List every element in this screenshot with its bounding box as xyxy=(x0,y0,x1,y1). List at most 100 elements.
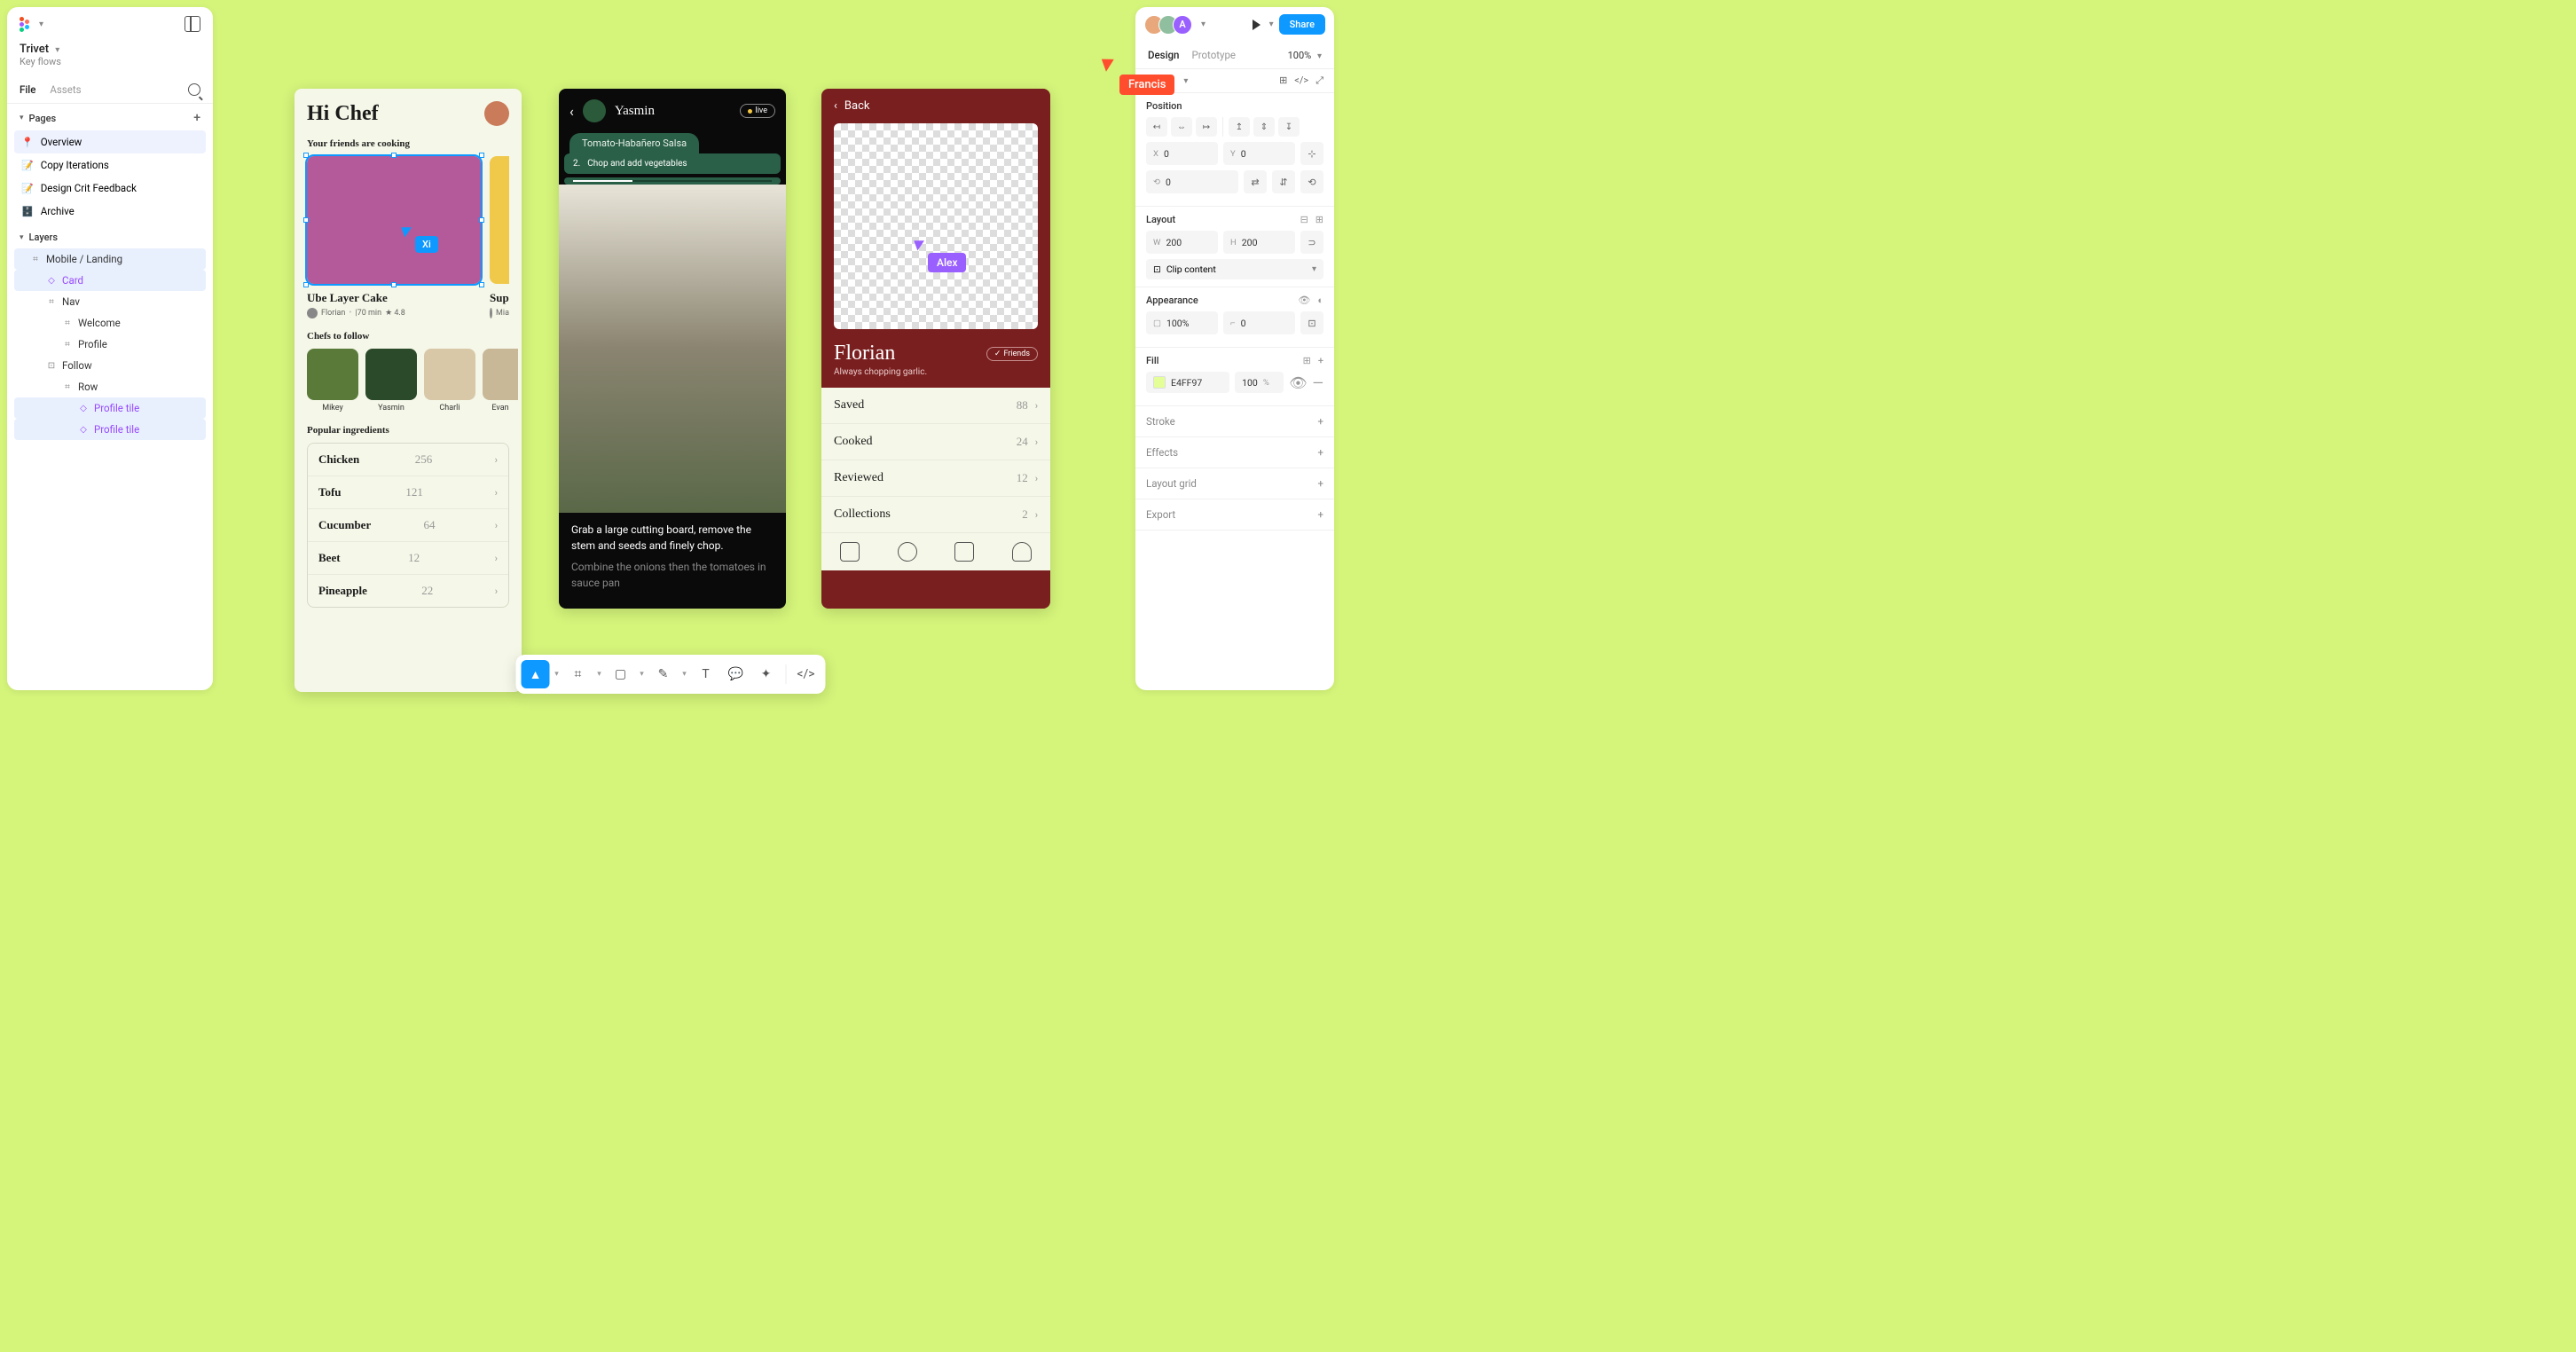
layer-item[interactable]: Profile tile xyxy=(14,397,206,419)
food-card[interactable]: Super Mia xyxy=(490,156,509,318)
scale-icon[interactable]: ⤢ xyxy=(1315,75,1323,87)
layer-item[interactable]: Follow xyxy=(14,355,206,376)
selection-handle[interactable] xyxy=(303,282,309,287)
text-tool-icon[interactable]: T xyxy=(692,660,720,688)
collaborator-avatars[interactable]: A xyxy=(1144,15,1192,35)
tab-assets[interactable]: Assets xyxy=(50,83,81,96)
layout-collapse-icon[interactable]: ⊟ xyxy=(1300,214,1308,225)
page-item-archive[interactable]: 🗄️Archive xyxy=(14,200,206,223)
file-title-block[interactable]: Trivet ▾ Key flows xyxy=(7,41,213,76)
x-input[interactable]: X0 xyxy=(1146,142,1218,165)
artboard-profile[interactable]: ‹ Back Alex Florian ✓Friends Always chop… xyxy=(821,89,1050,609)
profile-back[interactable]: ‹ Back xyxy=(821,89,1050,123)
layer-item[interactable]: Welcome xyxy=(14,312,206,334)
shape-tool-icon[interactable]: ▢ xyxy=(607,660,635,688)
chevron-down-icon[interactable]: ▾ xyxy=(594,660,605,688)
clip-content-select[interactable]: ⊡ Clip content ▾ xyxy=(1146,259,1323,279)
selection-handle[interactable] xyxy=(303,217,309,223)
main-menu[interactable]: ▾ xyxy=(20,16,43,32)
layer-item[interactable]: Nav xyxy=(14,291,206,312)
frame-tool-icon[interactable]: ⌗ xyxy=(564,660,593,688)
dev-mode-icon[interactable]: </> xyxy=(792,660,821,688)
rotation-input[interactable]: ⟲0 xyxy=(1146,170,1238,193)
share-button[interactable]: Share xyxy=(1279,14,1325,35)
search-icon[interactable] xyxy=(188,83,200,96)
align-left-icon[interactable]: ↤ xyxy=(1146,117,1167,137)
tab-prototype[interactable]: Prototype xyxy=(1191,49,1236,61)
align-bottom-icon[interactable]: ↧ xyxy=(1278,117,1300,137)
remove-fill-icon[interactable]: — xyxy=(1313,374,1324,391)
chevron-down-icon[interactable]: ▾ xyxy=(679,660,690,688)
color-swatch[interactable] xyxy=(1153,376,1166,389)
search-icon[interactable] xyxy=(898,542,917,562)
height-input[interactable]: H200 xyxy=(1223,231,1295,254)
fill-visibility-icon[interactable]: 👁 xyxy=(1289,374,1307,391)
effects-section[interactable]: Effects+ xyxy=(1135,437,1334,468)
align-h-center-icon[interactable]: ⇔ xyxy=(1171,117,1192,137)
layer-item[interactable]: Mobile / Landing xyxy=(14,248,206,270)
fill-color-input[interactable]: E4FF97 xyxy=(1146,372,1229,393)
selection-handle[interactable] xyxy=(479,153,484,158)
video-icon[interactable] xyxy=(954,542,974,562)
profile-image-placeholder[interactable]: Alex xyxy=(834,123,1038,329)
flip-h-icon[interactable]: ⇄ xyxy=(1244,170,1267,193)
layers-section-header[interactable]: ▾ Layers xyxy=(7,224,213,247)
individual-corners-icon[interactable]: ⊡ xyxy=(1300,311,1323,334)
ingredient-row[interactable]: Pineapple22› xyxy=(308,575,508,607)
styles-icon[interactable]: ⊞ xyxy=(1303,355,1311,366)
corner-radius-input[interactable]: ⌐0 xyxy=(1223,311,1295,334)
tab-design[interactable]: Design xyxy=(1148,49,1179,61)
actions-tool-icon[interactable]: ✦ xyxy=(752,660,781,688)
align-top-icon[interactable]: ↥ xyxy=(1229,117,1250,137)
align-v-center-icon[interactable]: ⇕ xyxy=(1253,117,1275,137)
absolute-position-icon[interactable]: ⊹ xyxy=(1300,142,1323,165)
auto-layout-add-icon[interactable]: ⊞ xyxy=(1315,214,1323,225)
stat-row[interactable]: Saved88› xyxy=(821,388,1050,424)
stat-row[interactable]: Reviewed12› xyxy=(821,460,1050,497)
selection-handle[interactable] xyxy=(479,217,484,223)
stat-row[interactable]: Collections2› xyxy=(821,497,1050,533)
flip-v-icon[interactable]: ⇵ xyxy=(1272,170,1295,193)
export-section[interactable]: Export+ xyxy=(1135,499,1334,531)
comment-tool-icon[interactable]: 💬 xyxy=(722,660,750,688)
play-icon[interactable] xyxy=(1253,20,1261,30)
dev-mode-icon[interactable]: </> xyxy=(1294,75,1308,87)
chef-tile[interactable]: Evan xyxy=(483,349,518,413)
selection-handle[interactable] xyxy=(391,153,397,158)
layer-item[interactable]: Profile tile xyxy=(14,419,206,440)
page-item-copy-iterations[interactable]: 📝Copy Iterations xyxy=(14,153,206,177)
ingredient-row[interactable]: Beet12› xyxy=(308,542,508,575)
layer-item[interactable]: Row xyxy=(14,376,206,397)
stroke-section[interactable]: Stroke+ xyxy=(1135,406,1334,437)
layer-item[interactable]: Card xyxy=(14,270,206,291)
chef-tile[interactable]: Charli xyxy=(424,349,475,413)
stat-row[interactable]: Cooked24› xyxy=(821,424,1050,460)
tab-file[interactable]: File xyxy=(20,83,35,96)
pen-tool-icon[interactable]: ✎ xyxy=(649,660,678,688)
auto-layout-icon[interactable]: ⊞ xyxy=(1279,75,1287,87)
constrain-proportions-icon[interactable]: ⊃ xyxy=(1300,231,1323,254)
back-icon[interactable]: ‹ xyxy=(569,103,574,120)
selection-handle[interactable] xyxy=(391,282,397,287)
chef-icon[interactable] xyxy=(1012,542,1032,562)
add-icon[interactable]: + xyxy=(1317,415,1323,428)
add-icon[interactable]: + xyxy=(1317,477,1323,490)
blend-icon[interactable]: ◐ xyxy=(1317,295,1323,306)
chef-tile[interactable]: Yasmin xyxy=(365,349,417,413)
collaborator-avatar[interactable]: A xyxy=(1173,15,1192,35)
pages-section-header[interactable]: ▾ Pages + xyxy=(7,104,213,129)
selection-handle[interactable] xyxy=(479,282,484,287)
chevron-down-icon[interactable]: ▾ xyxy=(637,660,648,688)
layer-item[interactable]: Profile xyxy=(14,334,206,355)
artboard-cooking[interactable]: ‹ Yasmin live Tomato-Habañero Salsa 2. C… xyxy=(559,89,786,609)
add-fill-icon[interactable]: + xyxy=(1318,355,1323,366)
add-icon[interactable]: + xyxy=(1317,446,1323,459)
move-tool-icon[interactable]: ▲ xyxy=(522,660,550,688)
zoom-select[interactable]: 100% ▾ xyxy=(1288,50,1322,61)
layout-grid-section[interactable]: Layout grid+ xyxy=(1135,468,1334,499)
chef-tile[interactable]: Mikey xyxy=(307,349,358,413)
add-icon[interactable]: + xyxy=(1317,508,1323,521)
chevron-down-icon[interactable]: ▾ xyxy=(1201,20,1206,29)
ingredient-row[interactable]: Chicken256› xyxy=(308,444,508,476)
fill-opacity-input[interactable]: 100% xyxy=(1235,372,1284,393)
